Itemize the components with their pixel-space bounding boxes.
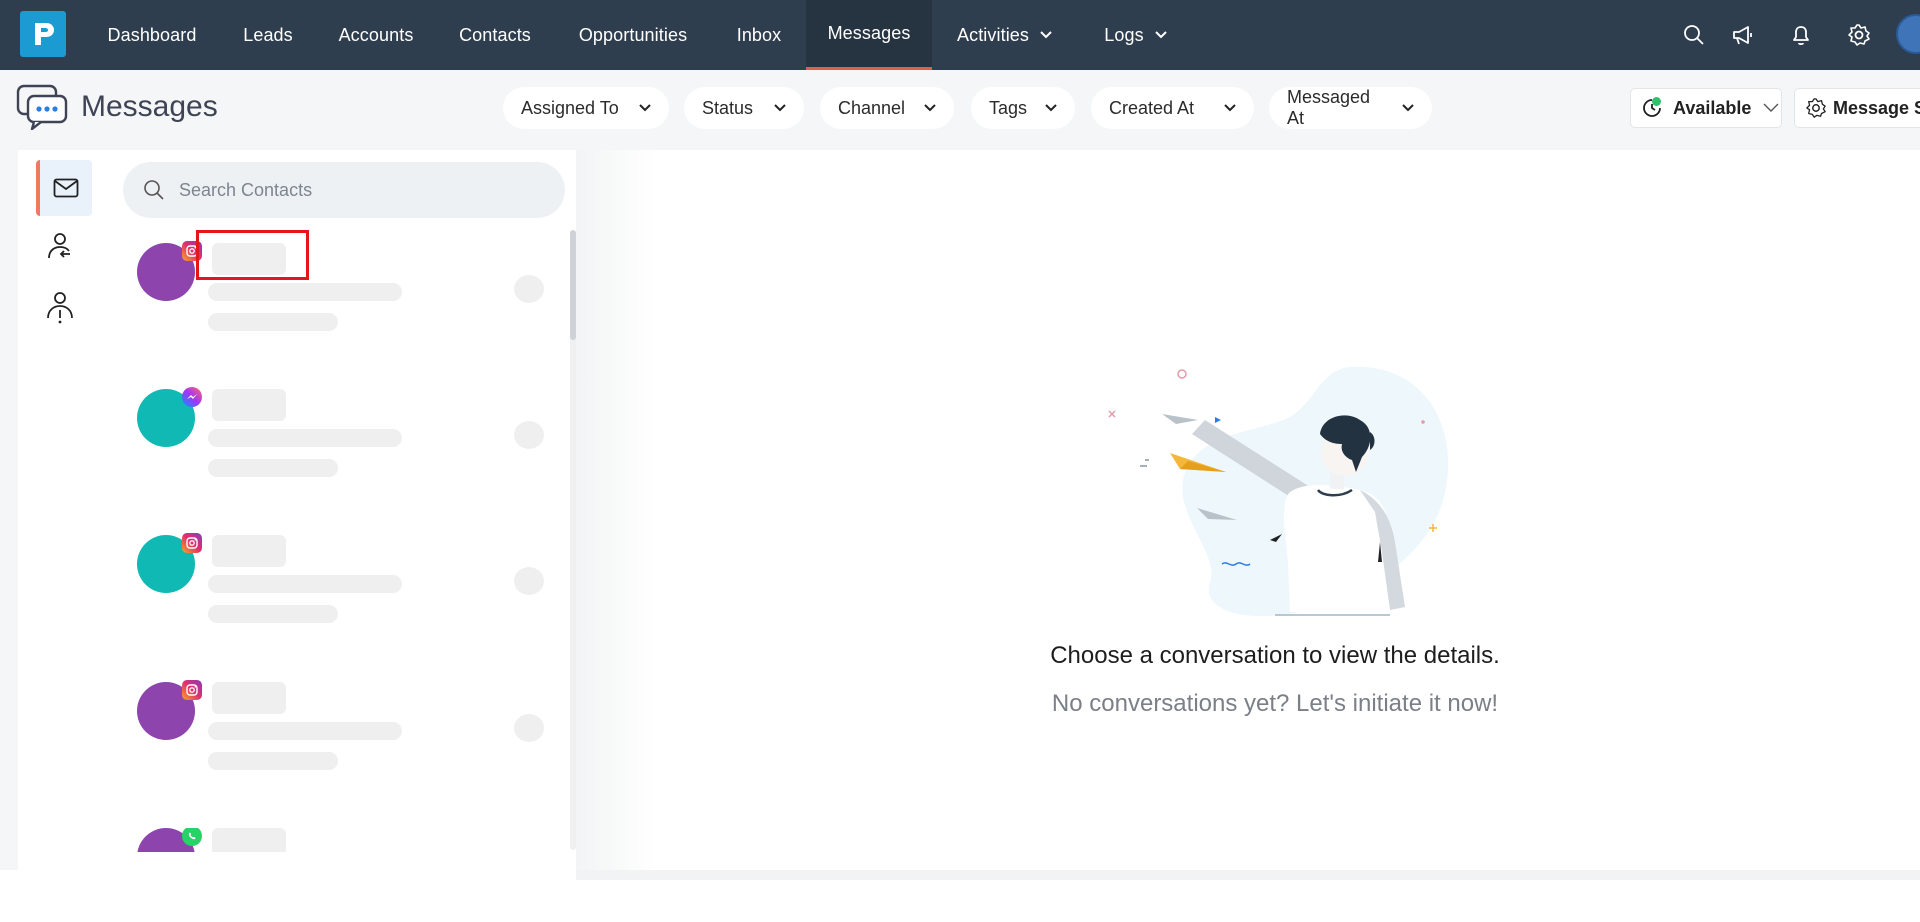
empty-state-subtitle: No conversations yet? Let's initiate it … xyxy=(1051,690,1499,717)
panel-divider-shadow xyxy=(576,150,656,870)
message-settings-button[interactable]: Message Se xyxy=(1794,88,1920,128)
chevron-down-icon xyxy=(1763,103,1779,113)
nav-accounts-label: Accounts xyxy=(338,24,414,45)
nav-accounts[interactable]: Accounts xyxy=(326,0,426,70)
chevron-down-icon xyxy=(1039,30,1053,40)
conversation-panel-bottom-border xyxy=(576,870,1920,880)
contact-name-placeholder xyxy=(212,682,286,714)
megaphone-icon[interactable] xyxy=(1730,22,1756,48)
gear-icon xyxy=(1805,97,1827,119)
filter-label: Assigned To xyxy=(521,97,619,118)
messenger-icon xyxy=(182,387,202,407)
nav-activities-label: Activities xyxy=(956,24,1029,45)
online-status-dot xyxy=(1652,97,1661,106)
search-contacts-input[interactable]: Search Contacts xyxy=(123,162,565,218)
rail-unassigned[interactable] xyxy=(32,280,88,336)
chevron-down-icon xyxy=(1402,104,1414,112)
message-preview-placeholder xyxy=(208,575,402,593)
nav-inbox[interactable]: Inbox xyxy=(716,0,802,70)
search-placeholder: Search Contacts xyxy=(179,179,313,200)
instagram-icon xyxy=(182,533,202,553)
message-settings-label: Message Se xyxy=(1833,97,1920,118)
unread-count-placeholder xyxy=(514,567,544,595)
contact-list-item[interactable] xyxy=(112,387,572,535)
search-icon xyxy=(143,179,165,201)
paper-plane-illustration xyxy=(1108,366,1449,617)
user-avatar[interactable] xyxy=(1896,14,1920,54)
empty-state-title: Choose a conversation to view the detail… xyxy=(1050,642,1500,669)
bell-icon[interactable] xyxy=(1788,22,1814,48)
person-unassigned-icon xyxy=(47,292,73,324)
filter-created-at[interactable]: Created At xyxy=(1091,87,1254,129)
filter-messaged-at[interactable]: Messaged At xyxy=(1269,87,1432,129)
contact-list-item[interactable] xyxy=(112,241,572,389)
highlight-annotation-box xyxy=(196,230,309,280)
nav-leads[interactable]: Leads xyxy=(226,0,310,70)
inbox-filter-rail xyxy=(18,150,112,880)
unread-count-placeholder xyxy=(514,421,544,449)
chevron-down-icon xyxy=(924,104,936,112)
message-preview-placeholder xyxy=(208,722,402,740)
chevron-down-icon xyxy=(639,104,651,112)
instagram-icon xyxy=(182,680,202,700)
nav-activities[interactable]: Activities xyxy=(940,0,1070,70)
nav-messages-label: Messages xyxy=(827,23,911,43)
top-navigation-bar: Dashboard Leads Accounts Contacts Opport… xyxy=(0,0,1920,70)
nav-opportunities-label: Opportunities xyxy=(578,24,688,45)
filter-status[interactable]: Status xyxy=(684,87,804,129)
contact-list-item[interactable] xyxy=(112,828,572,852)
nav-dashboard[interactable]: Dashboard xyxy=(92,0,212,70)
unread-count-placeholder xyxy=(514,275,544,303)
filter-label: Messaged At xyxy=(1287,87,1371,128)
whatsapp-icon xyxy=(182,828,202,846)
chevron-down-icon xyxy=(1224,104,1236,112)
clock-status-icon xyxy=(1641,97,1663,119)
filter-assigned-to[interactable]: Assigned To xyxy=(503,87,669,129)
chevron-down-icon xyxy=(1154,30,1168,40)
message-preview-placeholder xyxy=(208,752,338,770)
availability-label: Available xyxy=(1673,97,1752,118)
availability-dropdown[interactable]: Available xyxy=(1630,88,1782,128)
filter-label: Tags xyxy=(989,97,1028,118)
nav-dashboard-label: Dashboard xyxy=(107,24,197,45)
message-preview-placeholder xyxy=(208,459,338,477)
filter-label: Created At xyxy=(1109,97,1195,118)
chevron-down-icon xyxy=(1045,104,1057,112)
envelope-icon xyxy=(53,178,79,198)
nav-inbox-label: Inbox xyxy=(736,24,782,45)
rail-all-messages[interactable] xyxy=(36,160,92,216)
contact-list-item[interactable] xyxy=(112,680,572,828)
contact-name-placeholder xyxy=(212,535,286,567)
contact-list-item[interactable] xyxy=(112,533,572,681)
logo-icon xyxy=(35,23,54,45)
person-assigned-icon xyxy=(48,233,70,259)
filter-channel[interactable]: Channel xyxy=(820,87,954,129)
nav-contacts[interactable]: Contacts xyxy=(444,0,546,70)
message-preview-placeholder xyxy=(208,313,338,331)
gear-icon[interactable] xyxy=(1846,22,1872,48)
message-preview-placeholder xyxy=(208,605,338,623)
message-preview-placeholder xyxy=(208,283,402,301)
page-title: Messages xyxy=(81,90,218,123)
chevron-down-icon xyxy=(774,104,786,112)
app-logo[interactable] xyxy=(20,11,66,57)
nav-logs[interactable]: Logs xyxy=(1090,0,1182,70)
filter-tags[interactable]: Tags xyxy=(971,87,1075,129)
filter-label: Status xyxy=(702,97,754,118)
nav-leads-label: Leads xyxy=(243,24,293,45)
unread-count-placeholder xyxy=(514,714,544,742)
nav-logs-label: Logs xyxy=(1104,24,1144,45)
contact-name-placeholder xyxy=(212,389,286,421)
search-icon[interactable] xyxy=(1681,22,1707,48)
nav-messages[interactable]: Messages xyxy=(806,0,932,70)
nav-contacts-label: Contacts xyxy=(459,24,531,45)
messages-icon xyxy=(16,84,68,131)
contact-name-placeholder xyxy=(212,828,286,852)
nav-opportunities[interactable]: Opportunities xyxy=(566,0,700,70)
message-preview-placeholder xyxy=(208,429,402,447)
rail-assigned-to-me[interactable] xyxy=(32,220,88,276)
filter-label: Channel xyxy=(838,97,906,118)
